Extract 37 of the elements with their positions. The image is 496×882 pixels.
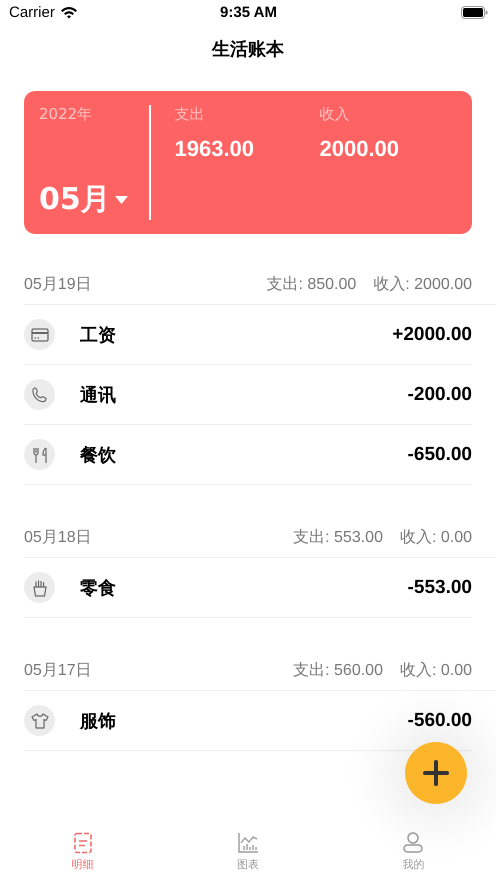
category-name: 工资 xyxy=(80,324,117,346)
category-name: 零食 xyxy=(80,576,117,600)
clock-time: 9:35 AM xyxy=(220,4,277,20)
entry-row[interactable]: 餐饮 -650.00 xyxy=(24,425,472,485)
day-income: 收入: 0.00 xyxy=(400,660,472,680)
plus-icon xyxy=(423,760,449,786)
wifi-icon xyxy=(60,6,78,18)
carrier-name: Carrier xyxy=(9,4,55,20)
page-title: 生活账本 xyxy=(210,38,285,62)
income-total: 2000.00 xyxy=(320,136,400,162)
day-income: 收入: 0.00 xyxy=(400,528,472,548)
day-income: 收入: 2000.00 xyxy=(373,274,472,294)
category-name: 通讯 xyxy=(80,384,117,406)
person-icon xyxy=(401,830,426,854)
day-date: 05月19日 xyxy=(24,274,92,294)
chart-icon xyxy=(236,830,260,854)
category-name: 餐饮 xyxy=(80,444,117,466)
entry-row[interactable]: 通讯 -200.00 xyxy=(24,365,472,425)
entry-row[interactable]: 工资 +2000.00 xyxy=(24,305,472,365)
battery-icon xyxy=(461,6,488,18)
category-name: 服饰 xyxy=(80,710,117,732)
expense-label: 支出 xyxy=(174,105,206,124)
entry-amount: -553.00 xyxy=(408,576,472,598)
day-date: 05月18日 xyxy=(24,528,92,548)
day-expense: 支出: 560.00 xyxy=(293,660,383,680)
entry-amount: -560.00 xyxy=(408,710,472,732)
dropdown-icon xyxy=(114,196,128,204)
year-label: 2022年 xyxy=(39,105,94,124)
income-label: 收入 xyxy=(320,105,350,124)
expense-total: 1963.00 xyxy=(174,136,256,162)
entry-amount: -200.00 xyxy=(408,384,472,406)
entry-amount: +2000.00 xyxy=(392,324,472,346)
day-expense: 支出: 850.00 xyxy=(266,274,356,294)
entry-amount: -650.00 xyxy=(408,444,472,466)
entry-row[interactable]: 零食 -553.00 xyxy=(24,558,472,618)
day-date: 05月17日 xyxy=(24,660,92,680)
day-expense: 支出: 553.00 xyxy=(293,528,383,548)
